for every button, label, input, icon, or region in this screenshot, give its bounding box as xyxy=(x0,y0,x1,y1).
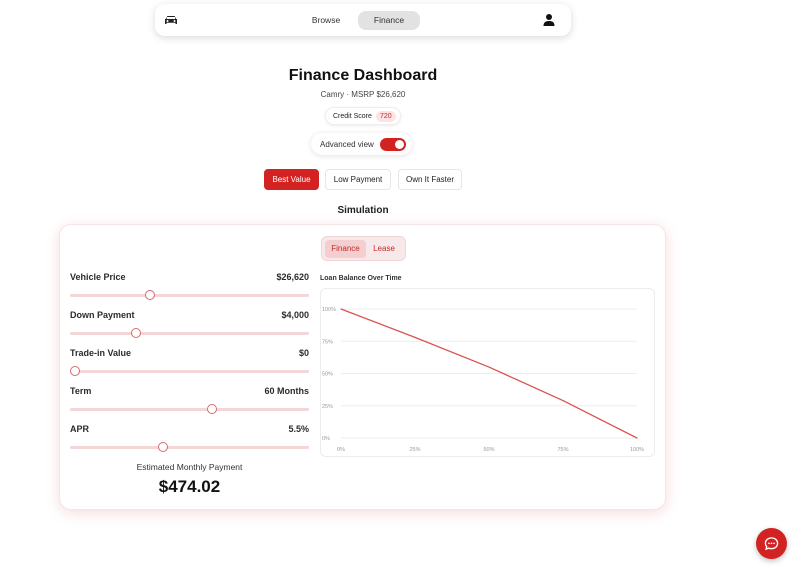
y-tick-label: 25% xyxy=(322,404,333,410)
data-point xyxy=(562,399,564,402)
slider-thumb[interactable] xyxy=(145,290,156,300)
slider-thumb[interactable] xyxy=(130,328,141,338)
slider-thumb[interactable] xyxy=(69,366,80,376)
finance-lease-switch: Finance Lease xyxy=(321,236,406,261)
down-payment-value: $4,000 xyxy=(281,310,309,320)
advanced-view-control: Advanced view xyxy=(311,133,412,155)
x-tick-label: 75% xyxy=(557,447,568,453)
credit-score-label: Credit Score xyxy=(333,113,372,120)
term-value: 60 Months xyxy=(264,386,309,396)
y-tick-label: 0% xyxy=(322,436,330,442)
car-icon[interactable] xyxy=(163,12,179,28)
x-tick-label: 25% xyxy=(409,447,420,453)
advanced-view-label: Advanced view xyxy=(320,140,374,149)
term-slider[interactable] xyxy=(70,404,309,414)
toggle-knob xyxy=(395,140,404,149)
y-tick-label: 100% xyxy=(322,307,336,313)
y-tick-label: 75% xyxy=(322,339,333,345)
data-point xyxy=(488,366,490,368)
data-point xyxy=(414,336,416,338)
mode-finance-button[interactable]: Finance xyxy=(325,240,366,258)
estimated-payment-value: $474.02 xyxy=(158,477,221,496)
preset-low-payment-button[interactable]: Low Payment xyxy=(325,169,391,190)
trade-in-value: $0 xyxy=(298,348,309,358)
vehicle-subtitle: Camry · MSRP $26,620 xyxy=(320,90,406,99)
preset-best-value-button[interactable]: Best Value xyxy=(264,169,319,190)
down-payment-label: Down Payment xyxy=(70,310,135,320)
x-tick-label: 100% xyxy=(630,447,644,453)
tab-browse[interactable]: Browse xyxy=(303,11,349,30)
trade-in-label: Trade-in Value xyxy=(70,348,132,358)
mode-lease-button[interactable]: Lease xyxy=(367,240,401,258)
loan-balance-chart: 0% 25% 50% 75% 100% 0% 25% 50% 75% 100% xyxy=(320,288,655,457)
chart-title: Loan Balance Over Time xyxy=(320,275,402,282)
data-point xyxy=(636,437,638,439)
y-tick-label: 50% xyxy=(322,372,333,378)
chat-icon xyxy=(764,537,779,551)
advanced-view-toggle[interactable] xyxy=(380,138,406,151)
credit-score-badge: Credit Score 720 xyxy=(325,107,401,125)
preset-own-it-faster-button[interactable]: Own It Faster xyxy=(398,169,462,190)
page-title: Finance Dashboard xyxy=(288,67,438,84)
simulation-heading: Simulation xyxy=(337,205,389,216)
trade-in-slider[interactable] xyxy=(69,366,309,376)
data-point xyxy=(340,308,342,310)
down-payment-slider[interactable] xyxy=(70,328,309,338)
chart-svg: 0% 25% 50% 75% 100% 0% 25% 50% 75% 100% xyxy=(322,307,644,453)
apr-slider[interactable] xyxy=(70,442,309,452)
apr-value: 5.5% xyxy=(288,424,309,434)
vehicle-price-label: Vehicle Price xyxy=(70,272,126,282)
x-tick-label: 50% xyxy=(483,447,494,453)
apr-label: APR xyxy=(70,424,90,434)
user-icon[interactable] xyxy=(541,12,557,28)
vehicle-price-value: $26,620 xyxy=(276,272,309,282)
term-label: Term xyxy=(70,386,92,396)
credit-score-value: 720 xyxy=(376,111,396,122)
estimated-payment-label: Estimated Monthly Payment xyxy=(136,462,243,472)
tab-finance[interactable]: Finance xyxy=(358,11,420,30)
chat-button[interactable] xyxy=(756,528,787,559)
top-nav: Browse Finance xyxy=(155,4,571,36)
vehicle-price-slider[interactable] xyxy=(70,290,309,300)
x-tick-label: 0% xyxy=(337,447,345,453)
